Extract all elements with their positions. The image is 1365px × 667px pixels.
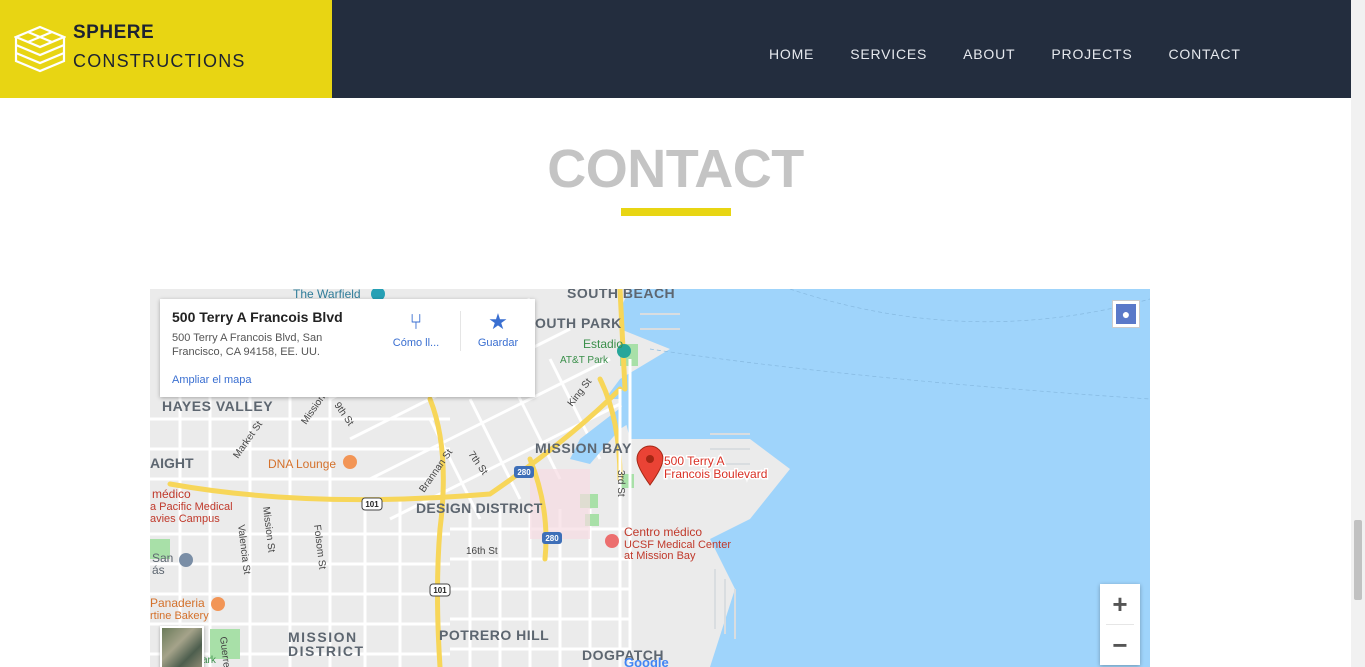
nav-projects[interactable]: PROJECTS [1051,46,1132,62]
nav-about[interactable]: ABOUT [963,46,1015,62]
place-address: 500 Terry A Francois Blvd, San Francisco… [172,332,323,358]
site-header: SPHERE CONSTRUCTIONS HOME SERVICES ABOUT… [0,0,1351,98]
title-underline [621,208,731,216]
logo-cube-icon [14,25,66,73]
star-icon: ★ [488,309,508,334]
map-label-estadio: Estadio [583,337,623,351]
section-title: CONTACT [547,139,804,199]
google-logo: Google [624,655,669,667]
save-button[interactable]: ★ Guardar [468,309,528,349]
map-label-3rd-st: 3rd St [615,470,626,497]
logo[interactable]: SPHERE CONSTRUCTIONS [0,0,332,98]
map-label-district: DISTRICT [288,643,365,659]
map-label-16th-st: 16th St [466,546,498,557]
map-label-pacific-medical: a Pacific Medical [150,501,233,513]
embedded-map[interactable]: 280 280 101 101 The Warfield SOUTH BEACH… [150,289,1150,667]
map-label-panaderia: Panaderia [150,596,205,610]
card-divider [460,311,461,351]
directions-icon: ⑂ [409,309,423,334]
marker-label-line1: 500 Terry A [664,454,724,468]
map-label-at-mission-bay: at Mission Bay [624,550,696,562]
map-label-hayes-valley: HAYES VALLEY [162,398,273,414]
map-label-design-district: DESIGN DISTRICT [416,500,543,516]
nav-contact[interactable]: CONTACT [1168,46,1240,62]
map-label-att-park: AT&T Park [560,355,609,366]
map-label-south-park: OUTH PARK [535,315,622,331]
map-label-aight: AIGHT [150,455,194,471]
zoom-control: + − [1100,584,1140,665]
map-label-fs: ás [152,563,165,577]
pegman-icon: ● [1116,304,1136,324]
map-label-park: ark [202,655,217,666]
map-label-dna-lounge: DNA Lounge [268,457,336,471]
satellite-toggle-thumbnail[interactable] [160,626,204,667]
save-label: Guardar [477,337,519,349]
map-label-potrero-hill: POTRERO HILL [439,627,549,643]
street-view-button[interactable]: ● [1112,300,1140,328]
directions-label: Cómo ll... [392,337,440,349]
zoom-in-button[interactable]: + [1100,584,1140,624]
place-info-card: 500 Terry A Francois Blvd 500 Terry A Fr… [160,299,535,397]
map-label-bakery: rtine Bakery [150,610,209,622]
enlarge-map-link[interactable]: Ampliar el mapa [172,374,251,386]
map-label-centro-medico: Centro médico [624,525,702,539]
shield-101-b: 101 [433,586,447,595]
place-title: 500 Terry A Francois Blvd [172,309,343,325]
shield-101-a: 101 [365,500,379,509]
zoom-out-button[interactable]: − [1100,625,1140,665]
main-nav: HOME SERVICES ABOUT PROJECTS CONTACT [769,46,1241,62]
shield-280-b: 280 [545,534,559,543]
marker-label-line2: Francois Boulevard [664,467,767,481]
directions-button[interactable]: ⑂ Cómo ll... [386,309,446,349]
map-label-south-beach: SOUTH BEACH [567,289,675,301]
map-label-davies-campus: avies Campus [150,513,220,525]
shield-280-a: 280 [517,468,531,477]
logo-subtitle: CONSTRUCTIONS [73,51,246,71]
nav-services[interactable]: SERVICES [850,46,927,62]
logo-title: SPHERE [73,22,155,43]
page-scrollbar[interactable] [1351,0,1365,667]
scrollbar-thumb[interactable] [1354,520,1362,600]
nav-home[interactable]: HOME [769,46,814,62]
map-label-mission-bay: MISSION BAY [535,440,632,456]
map-label-medico: médico [152,487,191,501]
